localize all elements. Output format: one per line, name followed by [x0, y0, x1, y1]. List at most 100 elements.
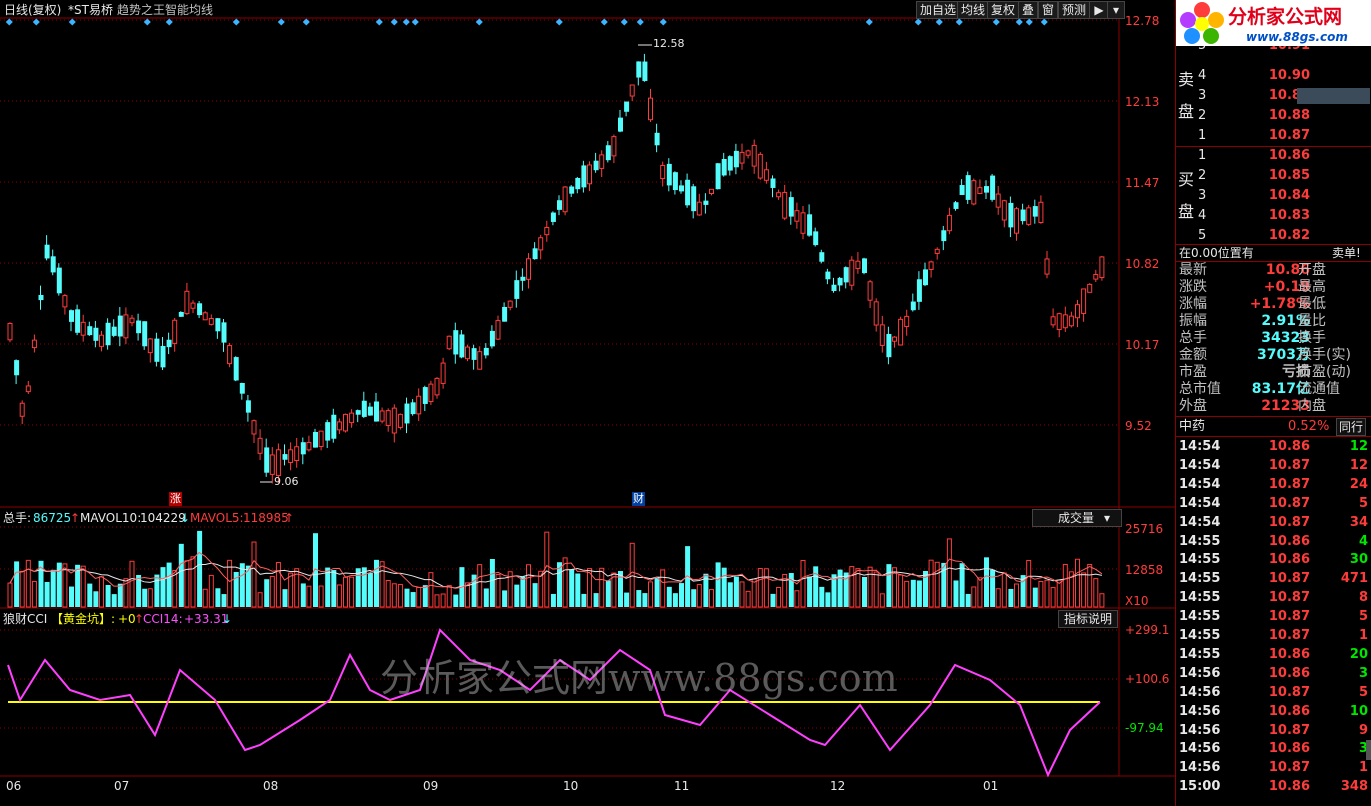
buy-row[interactable]: 4 10.83 [1176, 206, 1371, 226]
tick-price: 10.86 [1268, 439, 1310, 454]
scrollbar[interactable] [1366, 740, 1371, 760]
price-axis-label: 12.78 [1125, 14, 1160, 28]
tick-row[interactable]: 14:55 10.87 1 [1176, 626, 1371, 645]
tick-row[interactable]: 14:55 10.86 4 [1176, 532, 1371, 551]
tick-row[interactable]: 14:54 10.87 24 [1176, 475, 1371, 494]
candle-body [38, 294, 44, 301]
chart-area[interactable]: 日线(复权) *ST易桥 趋势之王智能均线 加自选 均线 复权 叠 窗 预测 ▶… [0, 0, 1175, 806]
volume-bar [367, 572, 373, 607]
tick-row[interactable]: 14:55 10.86 30 [1176, 550, 1371, 569]
volume-bar [679, 583, 684, 607]
tick-volume: 3 [1358, 741, 1368, 757]
buy-row[interactable]: 5 10.82 [1176, 226, 1371, 246]
tick-row[interactable]: 14:56 10.86 3 [1176, 739, 1371, 758]
mavol10-value: 104229 [140, 511, 186, 525]
tick-row[interactable]: 14:56 10.86 3 [1176, 664, 1371, 683]
tick-row[interactable]: 14:56 10.86 10 [1176, 702, 1371, 721]
sell-row[interactable]: 2 10.88 [1176, 106, 1371, 126]
tick-row[interactable]: 14:56 10.87 1 [1176, 758, 1371, 777]
volume-bar [550, 593, 556, 607]
candle-body [50, 256, 56, 273]
tick-row[interactable]: 14:54 10.87 5 [1176, 494, 1371, 513]
volume-bar [275, 562, 281, 608]
volume-bar [599, 567, 605, 608]
forecast-button[interactable]: 预测 [1058, 1, 1091, 19]
volume-bar [867, 566, 873, 608]
limit-up-mark[interactable]: 涨 [169, 492, 182, 506]
tick-row[interactable]: 14:54 10.86 12 [1176, 437, 1371, 456]
candle-body [507, 300, 513, 308]
volume-bar [1075, 558, 1080, 608]
candle-body [397, 413, 403, 428]
volume-unit-label: X10 [1125, 594, 1149, 608]
candle-body [550, 212, 556, 222]
sell-row[interactable]: 510.91 [1176, 46, 1371, 56]
play-icon[interactable]: ▶ [1089, 1, 1109, 19]
mavol10-arrow: ↓ [180, 511, 191, 525]
volume-bar [691, 589, 697, 607]
candle-body [306, 441, 312, 451]
candle-body [660, 164, 666, 180]
buy-row[interactable]: 1 10.86 [1176, 146, 1371, 166]
tick-list[interactable]: 14:54 10.86 12 14:54 10.87 12 14:54 10.87 24 14:5… [1176, 437, 1371, 806]
candle-body [618, 117, 623, 132]
stat-label: 外盘 [1179, 398, 1207, 414]
tick-time: 14:54 [1179, 495, 1221, 511]
volume-bar [514, 584, 520, 607]
tick-row[interactable]: 14:56 10.87 9 [1176, 721, 1371, 740]
tick-row[interactable]: 14:56 10.87 5 [1176, 683, 1371, 702]
tab-same-industry[interactable]: 同行 [1336, 418, 1367, 436]
window-button[interactable]: 窗 [1038, 1, 1059, 19]
indicator-help-button[interactable]: 指标说明 [1058, 610, 1118, 628]
tick-row[interactable]: 14:55 10.87 471 [1176, 569, 1371, 588]
tick-row[interactable]: 15:00 10.86 348 [1176, 777, 1371, 796]
candle-body [239, 382, 245, 394]
chevron-down-icon[interactable]: ▾ [1107, 1, 1125, 19]
volume-bar [770, 593, 776, 607]
sell-row[interactable]: 1 10.87 [1176, 126, 1371, 146]
buy-row[interactable]: 2 10.85 [1176, 166, 1371, 186]
tick-price: 10.87 [1268, 571, 1310, 587]
buy-row[interactable]: 3 10.84 [1176, 186, 1371, 206]
candle-body [264, 447, 270, 473]
candle-body [1050, 316, 1056, 326]
volume-bar [794, 590, 800, 608]
volume-bar [934, 561, 940, 608]
tick-row[interactable]: 14:54 10.87 34 [1176, 513, 1371, 532]
volume-bar [654, 577, 660, 607]
volume-bar [160, 567, 166, 607]
volume-bar [721, 567, 727, 607]
candle-body [233, 357, 239, 381]
add-watchlist-button[interactable]: 加自选 [916, 1, 961, 19]
volume-bar [7, 582, 13, 608]
candle-body [971, 180, 977, 205]
stat-label-2: 最低 [1298, 296, 1326, 312]
tick-price: 10.87 [1268, 514, 1310, 530]
month-label: 09 [423, 779, 439, 793]
candle-body [745, 150, 751, 156]
logo-banner[interactable]: 分析家公式网 www.88gs.com [1176, 0, 1371, 46]
tick-row[interactable]: 14:55 10.87 5 [1176, 607, 1371, 626]
finance-mark[interactable]: 财 [632, 492, 645, 506]
adjust-button[interactable]: 复权 [987, 1, 1020, 19]
chart-title: 日线(复权) [4, 3, 62, 17]
stat-label: 总手 [1179, 330, 1207, 346]
candle-body [202, 312, 208, 321]
candle-body [75, 309, 81, 333]
sector-row[interactable]: 中药 0.52% 同行 [1176, 417, 1371, 437]
candle-body [465, 346, 470, 360]
candle-body [672, 172, 678, 191]
volume-indicator-select[interactable]: 成交量 ▾ [1032, 509, 1122, 527]
tick-row[interactable]: 14:55 10.86 20 [1176, 645, 1371, 664]
ma-button[interactable]: 均线 [957, 1, 990, 19]
overlay-button[interactable]: 叠 [1018, 1, 1039, 19]
tick-row[interactable]: 14:55 10.87 8 [1176, 588, 1371, 607]
sell-row[interactable]: 4 10.90 [1176, 66, 1371, 86]
candle-body [1099, 256, 1105, 279]
candle-body [813, 231, 819, 246]
volume-bar [184, 560, 190, 608]
volume-bar [25, 559, 31, 608]
sell-row[interactable]: 3 10.89 [1176, 86, 1371, 106]
stat-label-2: 市盈(动) [1298, 364, 1351, 380]
tick-row[interactable]: 14:54 10.87 12 [1176, 456, 1371, 475]
